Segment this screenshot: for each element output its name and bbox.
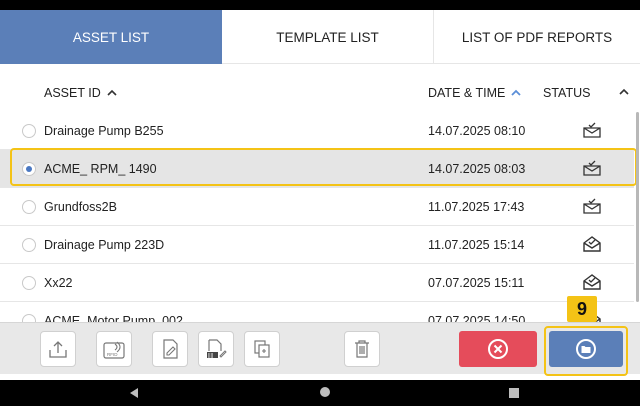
column-header-date-time[interactable]: DATE & TIME <box>428 86 521 100</box>
row-asset-id: Xx22 <box>44 276 73 290</box>
barcode-button[interactable]: |||| <box>198 331 234 367</box>
sort-ascending-icon <box>107 89 117 96</box>
barcode-document-icon: |||| <box>207 339 227 359</box>
column-header-date-time-label: DATE & TIME <box>428 86 506 100</box>
column-header-asset-id-label: ASSET ID <box>44 86 101 100</box>
row-date-time: 14.07.2025 08:10 <box>428 124 526 138</box>
delete-button[interactable] <box>344 331 380 367</box>
mail-check-icon <box>583 160 601 176</box>
row-date-time: 07.07.2025 14:50 <box>428 314 526 322</box>
folder-circle-icon <box>576 339 596 359</box>
back-icon[interactable] <box>128 387 140 399</box>
row-date-time: 11.07.2025 15:14 <box>428 238 525 252</box>
upload-icon <box>49 341 67 358</box>
sort-ascending-icon <box>511 89 521 96</box>
table-row-selected[interactable]: ACME_ RPM_ 1490 14.07.2025 08:03 <box>0 150 634 188</box>
tab-bar: ASSET LIST TEMPLATE LIST LIST OF PDF REP… <box>0 10 640 64</box>
table-row[interactable]: Drainage Pump B255 14.07.2025 08:10 <box>0 112 634 150</box>
row-radio[interactable] <box>22 314 36 322</box>
step-number-badge: 9 <box>567 296 597 322</box>
row-radio[interactable] <box>22 124 36 138</box>
status-bar <box>0 0 640 10</box>
system-nav-bar <box>0 380 640 406</box>
tab-asset-list[interactable]: ASSET LIST <box>0 10 222 64</box>
row-asset-id: Grundfoss2B <box>44 200 117 214</box>
rfid-icon: RFID <box>103 341 125 359</box>
row-radio[interactable] <box>22 200 36 214</box>
row-radio[interactable] <box>22 238 36 252</box>
column-header-asset-id[interactable]: ASSET ID <box>44 86 117 100</box>
table-row[interactable]: Grundfoss2B 11.07.2025 17:43 <box>0 188 634 226</box>
row-date-time: 14.07.2025 08:03 <box>428 162 526 176</box>
table-row[interactable]: ACME_Motor Pump_002 07.07.2025 14:50 <box>0 302 634 322</box>
row-radio[interactable] <box>22 276 36 290</box>
row-asset-id: ACME_Motor Pump_002 <box>44 314 183 322</box>
bottom-toolbar: RFID |||| <box>0 322 640 374</box>
edit-document-button[interactable] <box>152 331 188 367</box>
mail-check-icon <box>583 198 601 214</box>
tab-template-list[interactable]: TEMPLATE LIST <box>222 10 434 64</box>
column-header-status[interactable]: STATUS <box>543 86 590 100</box>
recent-apps-icon[interactable] <box>509 388 519 398</box>
home-icon[interactable] <box>320 387 330 397</box>
tab-pdf-reports[interactable]: LIST OF PDF REPORTS <box>434 10 640 64</box>
mail-open-icon <box>583 236 601 252</box>
asset-list: Drainage Pump B255 14.07.2025 08:10 ACME… <box>0 112 640 322</box>
mail-check-icon <box>583 122 601 138</box>
rfid-button[interactable]: RFID <box>96 331 132 367</box>
copy-button[interactable] <box>244 331 280 367</box>
edit-document-icon <box>163 339 178 359</box>
open-folder-button[interactable] <box>549 331 623 367</box>
mail-open-icon <box>583 274 601 290</box>
upload-button[interactable] <box>40 331 76 367</box>
table-row[interactable]: Drainage Pump 223D 11.07.2025 15:14 <box>0 226 634 264</box>
row-radio[interactable] <box>22 162 36 176</box>
scroll-up-icon[interactable] <box>618 86 630 98</box>
copy-document-icon <box>254 340 270 358</box>
barcode-label: |||| <box>208 353 213 359</box>
table-row[interactable]: Xx22 07.07.2025 15:11 <box>0 264 634 302</box>
cancel-button[interactable] <box>459 331 537 367</box>
rfid-label: RFID <box>107 352 118 357</box>
row-date-time: 11.07.2025 17:43 <box>428 200 525 214</box>
column-header-status-label: STATUS <box>543 86 591 100</box>
row-date-time: 07.07.2025 15:11 <box>428 276 525 290</box>
table-header: ASSET ID DATE & TIME STATUS <box>0 80 640 108</box>
trash-icon <box>355 340 369 358</box>
list-scrollbar[interactable] <box>636 112 639 302</box>
row-asset-id: ACME_ RPM_ 1490 <box>44 162 157 176</box>
row-asset-id: Drainage Pump 223D <box>44 238 165 252</box>
row-asset-id: Drainage Pump B255 <box>44 124 164 138</box>
close-circle-icon <box>488 339 508 359</box>
